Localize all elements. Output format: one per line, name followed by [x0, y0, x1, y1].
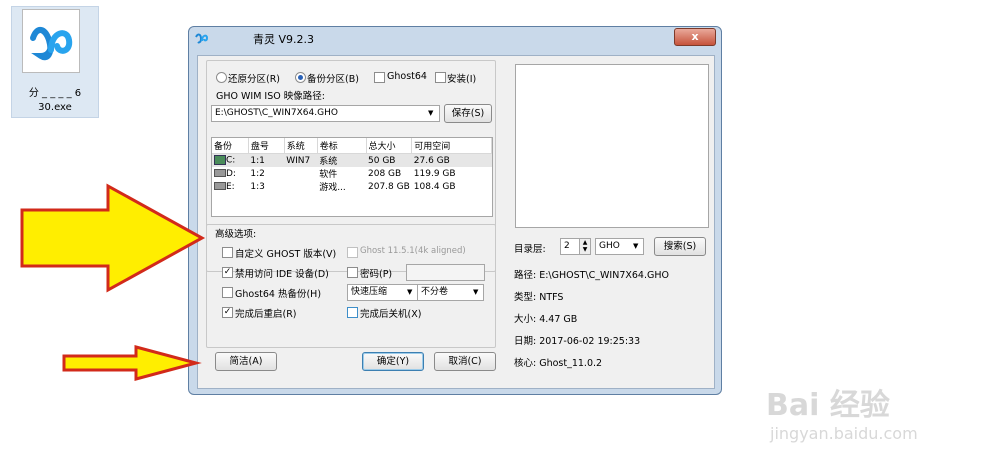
- watermark-logo: Bai 经验: [766, 388, 890, 423]
- small-arrow-icon: [62, 345, 202, 381]
- watermark-url: jingyan.baidu.com: [770, 424, 918, 443]
- big-arrow-icon: [20, 183, 206, 293]
